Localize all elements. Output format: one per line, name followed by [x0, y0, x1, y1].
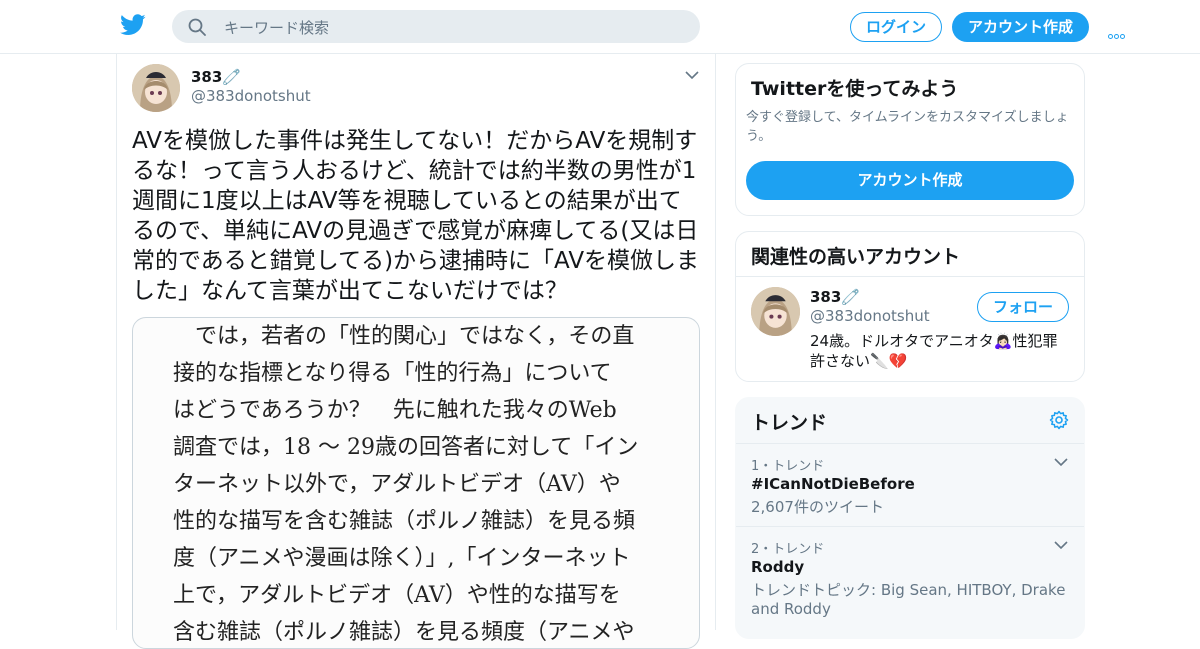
- trend-item[interactable]: 2・トレンド Roddy トレンドトピック: Big Sean, HITBOY,…: [736, 526, 1084, 637]
- signup-card-title: Twitterを使ってみよう: [751, 78, 959, 100]
- divider: [736, 276, 1084, 277]
- trend-count: トレンドトピック: Big Sean, HITBOY, Drake and Ro…: [751, 581, 1066, 618]
- signup-button[interactable]: アカウント作成: [952, 12, 1089, 42]
- signup-card-subtitle: 今すぐ登録して、タイムラインをカスタマイズしましょう。: [746, 110, 1069, 144]
- trend-meta: 1・トレンド: [751, 459, 825, 474]
- search-input[interactable]: [222, 10, 686, 45]
- tweet-image[interactable]: では，若者の「性的関心」ではなく，その直 接的な指標となり得る「性的行為」につい…: [132, 317, 700, 649]
- related-accounts-card: 関連性の高いアカウント 383🧷 @383donotshut フォロー 24歳。…: [735, 231, 1085, 382]
- trends-card: トレンド 1・トレンド #ICanNotDieBefore 2,607件のツイー…: [735, 397, 1085, 639]
- tweet-detail: 383🧷 @383donotshut AVを模倣した事件は発生してない！だからA…: [116, 54, 716, 649]
- related-account-name[interactable]: 383🧷: [810, 288, 860, 306]
- trend-name[interactable]: #ICanNotDieBefore: [751, 475, 915, 493]
- chevron-down-icon[interactable]: [685, 70, 699, 80]
- related-account-handle[interactable]: @383donotshut: [810, 307, 930, 325]
- trends-title: トレンド: [751, 412, 828, 434]
- chevron-down-icon[interactable]: [1054, 457, 1068, 467]
- trend-meta: 2・トレンド: [751, 542, 825, 557]
- search-bar[interactable]: [172, 10, 700, 45]
- tweet-text: AVを模倣した事件は発生してない！だからAVを規制するな！って言う人おるけど、統…: [132, 128, 700, 304]
- trend-name[interactable]: Roddy: [751, 558, 804, 576]
- top-bar: ログイン アカウント作成: [0, 0, 1200, 54]
- follow-button[interactable]: フォロー: [977, 292, 1069, 322]
- tweet-author-handle[interactable]: @383donotshut: [191, 87, 311, 105]
- gear-icon[interactable]: [1049, 410, 1069, 430]
- related-account-bio: 24歳。ドルオタでアニオタ🙇🏻‍♀️性犯罪許さない🔪💔: [810, 332, 1058, 370]
- avatar[interactable]: [751, 287, 800, 336]
- tweet-author-name[interactable]: 383🧷: [191, 68, 241, 86]
- avatar-illustration: [132, 64, 180, 112]
- signup-card: Twitterを使ってみよう 今すぐ登録して、タイムラインをカスタマイズしましょ…: [735, 63, 1085, 216]
- signup-card-button[interactable]: アカウント作成: [746, 161, 1074, 200]
- avatar[interactable]: [132, 64, 180, 112]
- search-icon: [188, 18, 206, 36]
- trend-item[interactable]: 1・トレンド #ICanNotDieBefore 2,607件のツイート: [736, 443, 1084, 526]
- twitter-bird-icon[interactable]: [120, 14, 146, 36]
- avatar-illustration: [751, 287, 800, 336]
- related-accounts-title: 関連性の高いアカウント: [751, 246, 961, 268]
- trend-count: 2,607件のツイート: [751, 498, 884, 516]
- login-button[interactable]: ログイン: [850, 12, 942, 42]
- chevron-down-icon[interactable]: [1054, 540, 1068, 550]
- tweet-image-text: では，若者の「性的関心」ではなく，その直 接的な指標となり得る「性的行為」につい…: [173, 324, 639, 645]
- more-options-icon[interactable]: [1108, 24, 1130, 39]
